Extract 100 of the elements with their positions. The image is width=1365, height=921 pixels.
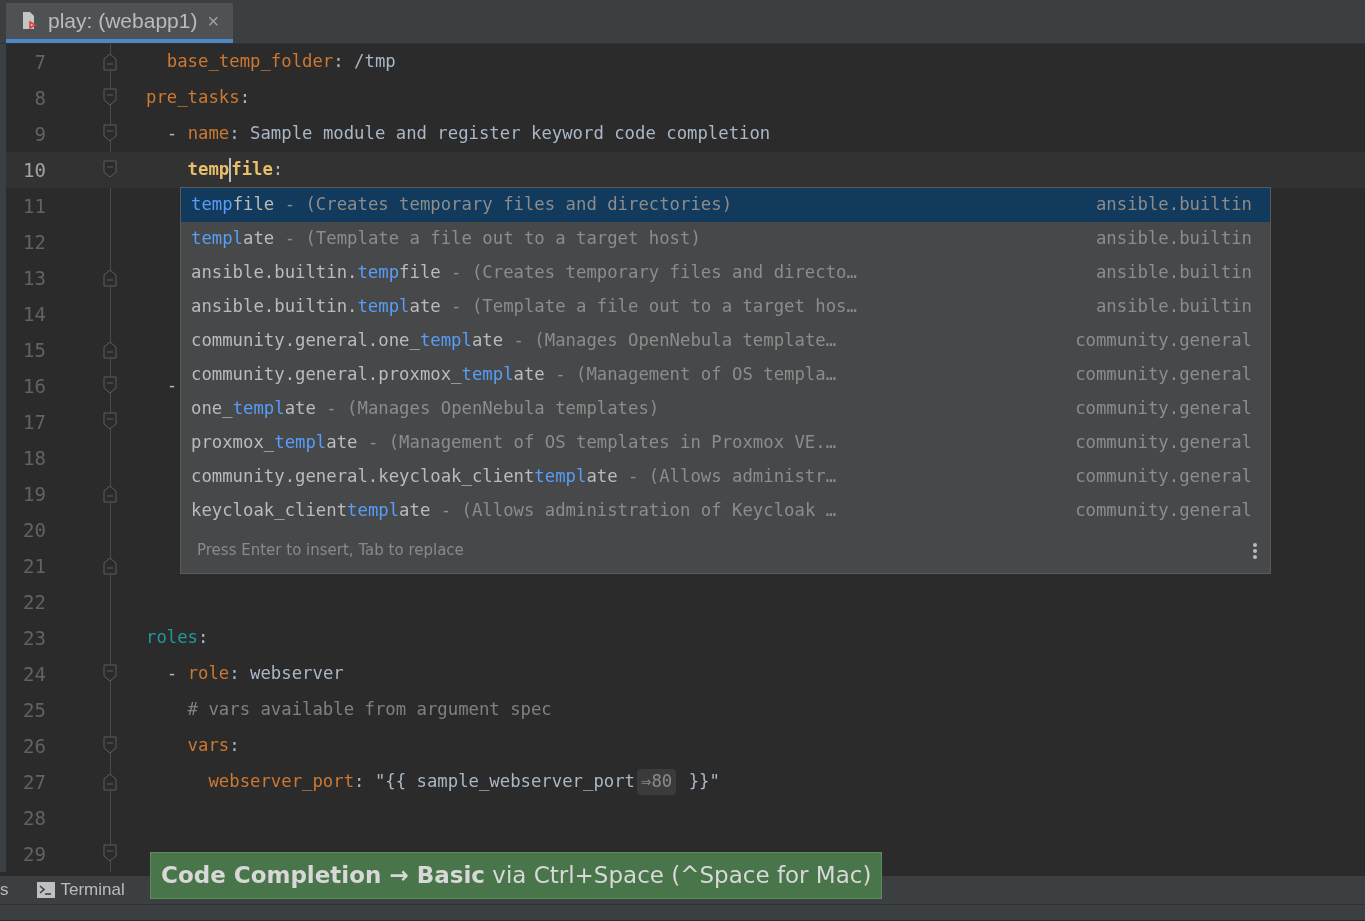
code-token: : — [272, 158, 284, 182]
completion-source: ansible.builtin — [1095, 193, 1253, 217]
completion-source: community.general — [1075, 397, 1253, 421]
fold-icon[interactable] — [103, 88, 117, 106]
fold-icon[interactable] — [103, 485, 117, 503]
line-number: 25 — [22, 697, 46, 723]
line-number: 18 — [22, 445, 46, 471]
line-number: 21 — [22, 553, 46, 579]
code-token: temp — [186, 158, 230, 182]
code-token: file — [231, 158, 273, 182]
completion-source: community.general — [1075, 499, 1253, 523]
completion-label: community.general.one_template - (Manages OpenNebula template… — [191, 329, 837, 353]
completion-item[interactable]: tempfile - (Creates temporary files and directories) ansible.builtin — [181, 188, 1270, 222]
completion-source: community.general — [1075, 329, 1253, 353]
fold-icon[interactable] — [103, 269, 117, 287]
code-token: : — [229, 122, 241, 146]
line-number: 16 — [22, 373, 46, 399]
code-token: role — [187, 662, 230, 686]
completion-source: community.general — [1075, 465, 1253, 489]
completion-source: community.general — [1075, 363, 1253, 387]
file-icon — [20, 10, 38, 32]
line-number: 28 — [22, 805, 46, 831]
completion-source: ansible.builtin — [1095, 261, 1253, 285]
fold-icon[interactable] — [103, 160, 117, 178]
fold-icon[interactable] — [103, 53, 117, 71]
line-number: 12 — [22, 229, 46, 255]
line-number: 17 — [22, 409, 46, 435]
line-number: 15 — [22, 337, 46, 363]
line-number: 24 — [22, 661, 46, 687]
fold-icon[interactable] — [103, 844, 117, 862]
line-number: 23 — [22, 625, 46, 651]
tool-window-label[interactable]: s — [0, 877, 9, 903]
completion-label: one_template - (Manages OpenNebula templates) — [191, 397, 660, 421]
completion-label: ansible.builtin.template - (Template a file out to a target hos… — [191, 295, 857, 319]
completion-item[interactable]: ansible.builtin.tempfile - (Creates temporary files and directo… ansible.builtin — [181, 256, 1270, 290]
code-token: - — [165, 374, 178, 398]
completion-item[interactable]: one_template - (Manages OpenNebula templates) community.general — [181, 392, 1270, 426]
fold-icon[interactable] — [103, 557, 117, 575]
line-number: 27 — [22, 769, 46, 795]
code-token: # vars available from argument spec — [186, 698, 552, 722]
code-token: : — [239, 86, 251, 110]
line-number: 9 — [33, 121, 46, 147]
fold-icon[interactable] — [103, 124, 117, 142]
code-token: - — [165, 662, 179, 686]
editor-tab[interactable]: play: (webapp1) × — [6, 3, 234, 43]
line-number: 7 — [33, 49, 46, 75]
completion-hint: Press Enter to insert, Tab to replace — [197, 540, 464, 562]
code-token: webserver_port — [207, 770, 355, 794]
line-number: 26 — [22, 733, 46, 759]
completion-label: community.general.keycloak_clienttemplate - (Allows administr… — [191, 465, 837, 489]
code-token: : — [229, 662, 241, 686]
completion-label: template - (Template a file out to a target host) — [191, 227, 701, 251]
code-token: }}" — [687, 770, 720, 794]
fold-icon[interactable] — [103, 412, 117, 430]
completion-source: community.general — [1075, 431, 1253, 455]
line-number: 10 — [22, 157, 46, 183]
more-icon[interactable] — [1252, 541, 1258, 560]
inlay-hint: ⇒80 — [637, 769, 677, 795]
completion-item[interactable]: community.general.proxmox_template - (Management of OS templa… community.general — [181, 358, 1270, 392]
terminal-icon — [36, 882, 55, 898]
terminal-tab[interactable]: Terminal — [36, 877, 125, 903]
completion-item[interactable]: proxmox_template - (Management of OS templates in Proxmox VE.… community.general — [181, 426, 1270, 460]
code-token: : — [354, 770, 366, 794]
completion-item[interactable]: keycloak_clienttemplate - (Allows administration of Keycloak … community.general — [181, 494, 1270, 528]
fold-icon[interactable] — [103, 376, 117, 394]
line-number: 29 — [22, 841, 46, 867]
code-token: "{{ sample_webserver_port — [374, 770, 635, 794]
code-token: : — [333, 50, 345, 74]
line-number: 11 — [22, 193, 46, 219]
completion-label: community.general.proxmox_template - (Management of OS templa… — [191, 363, 837, 387]
line-number: 8 — [33, 85, 46, 111]
completion-item[interactable]: template - (Template a file out to a target host) ansible.builtin — [181, 222, 1270, 256]
line-number: 13 — [22, 265, 46, 291]
completion-source: ansible.builtin — [1095, 227, 1253, 251]
close-icon[interactable]: × — [207, 6, 220, 36]
completion-label: proxmox_template - (Management of OS templates in Proxmox VE.… — [191, 431, 837, 455]
code-token: : — [198, 626, 209, 650]
code-token: pre_tasks — [146, 86, 240, 110]
completion-label: keycloak_clienttemplate - (Allows administration of Keycloak … — [191, 499, 837, 523]
fold-icon[interactable] — [103, 341, 117, 359]
fold-icon[interactable] — [103, 664, 117, 682]
fold-icon[interactable] — [103, 736, 117, 754]
tab-title: play: (webapp1) — [48, 8, 198, 35]
completion-label: tempfile - (Creates temporary files and directories) — [191, 193, 733, 217]
tip-banner: Code Completion → Basic via Ctrl+Space (^Space for Mac) — [150, 852, 883, 899]
completion-item[interactable]: community.general.keycloak_clienttemplate - (Allows administr… community.general — [181, 460, 1270, 494]
line-number: 20 — [22, 517, 46, 543]
line-number: 19 — [22, 481, 46, 507]
code-token: /tmp — [354, 50, 396, 74]
code-token: name — [187, 122, 230, 146]
code-token: vars — [186, 734, 230, 758]
text-caret — [229, 158, 232, 182]
code-token: webserver — [250, 662, 344, 686]
completion-source: ansible.builtin — [1095, 295, 1253, 319]
completion-item[interactable]: community.general.one_template - (Manages OpenNebula template… community.general — [181, 324, 1270, 358]
fold-icon[interactable] — [103, 773, 117, 791]
completion-item[interactable]: ansible.builtin.template - (Template a file out to a target hos… ansible.builtin — [181, 290, 1270, 324]
code-token: roles — [146, 626, 199, 650]
line-number: 22 — [22, 589, 46, 615]
code-token: : — [229, 734, 240, 758]
